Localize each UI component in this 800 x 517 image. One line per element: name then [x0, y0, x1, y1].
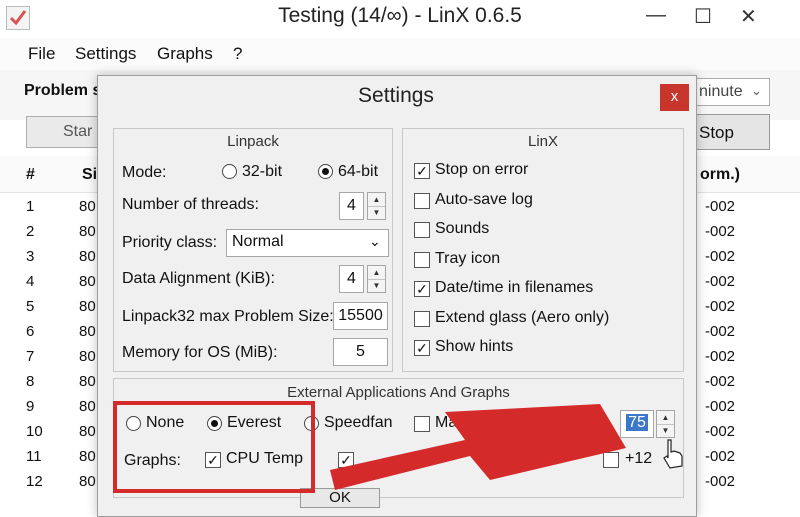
hand-cursor-icon [663, 439, 683, 469]
highlight-box [113, 401, 315, 493]
